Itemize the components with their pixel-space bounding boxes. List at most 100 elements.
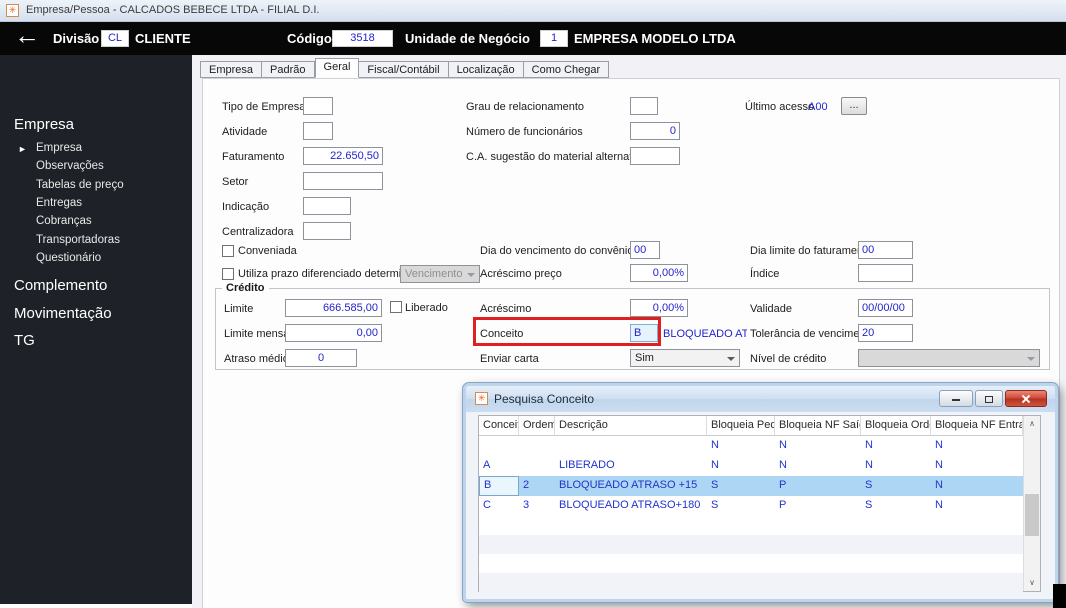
conveniada-label: Conveniada	[238, 245, 297, 257]
sidebar-item-empresa[interactable]: Empresa	[36, 142, 82, 154]
scrollbar-thumb[interactable]	[1025, 494, 1039, 536]
empty-row	[479, 516, 1023, 535]
setor-field[interactable]	[303, 172, 383, 190]
divisao-code-field[interactable]: CL	[101, 30, 129, 47]
acrescimo-preco-field[interactable]: 0,00%	[630, 264, 688, 282]
tab-strip: Empresa Padrão Geral Fiscal/Contábil Loc…	[200, 58, 610, 78]
atividade-field[interactable]	[303, 122, 333, 140]
dia-vencimento-label: Dia do vencimento do convênio	[480, 245, 634, 257]
credito-legend: Crédito	[222, 282, 269, 294]
back-arrow-icon[interactable]: ←	[14, 20, 40, 51]
unidade-code-field[interactable]: 1	[540, 30, 568, 47]
table-row[interactable]: A LIBERADO N N N N	[479, 456, 1023, 476]
column-header-bloqueia-ordem[interactable]: Bloqueia Ordem	[861, 416, 931, 436]
conveniada-checkbox[interactable]	[222, 245, 234, 257]
indicacao-label: Indicação	[222, 201, 270, 213]
cell-conceito	[479, 436, 519, 456]
tipo-empresa-field[interactable]	[303, 97, 333, 115]
scroll-up-icon[interactable]: ∧	[1024, 416, 1040, 432]
utiliza-prazo-select[interactable]: Vencimento	[400, 265, 480, 283]
tab-fiscal-contabil[interactable]: Fiscal/Contábil	[359, 61, 449, 78]
validade-label: Validade	[750, 303, 792, 315]
tab-padrao[interactable]: Padrão	[262, 61, 315, 78]
indice-label: Índice	[750, 268, 780, 280]
chevron-down-icon	[1027, 357, 1035, 361]
centralizadora-field[interactable]	[303, 222, 351, 240]
atividade-label: Atividade	[222, 126, 268, 138]
sidebar-section-movimentacao[interactable]: Movimentação	[14, 305, 112, 322]
codigo-field[interactable]: 3518	[332, 30, 393, 47]
table-row-selected[interactable]: B 2 BLOQUEADO ATRASO +15 S P S N	[479, 476, 1023, 496]
cell-bloqueia-ordem: N	[865, 459, 873, 471]
cell-bloqueia-ordem: S	[865, 479, 873, 491]
liberado-checkbox[interactable]	[390, 301, 402, 313]
selected-item-arrow-icon: ►	[18, 144, 27, 154]
column-header-bloqueia-nf-entrada[interactable]: Bloqueia NF Entrada	[931, 416, 1023, 436]
sidebar-item-transportadoras[interactable]: Transportadoras	[36, 234, 120, 246]
scroll-down-icon[interactable]: ∨	[1024, 575, 1040, 591]
utiliza-prazo-checkbox[interactable]	[222, 268, 234, 280]
ultimo-acesso-value: A00	[808, 101, 828, 113]
funcionarios-label: Número de funcionários	[466, 126, 583, 138]
conceito-field[interactable]: B	[630, 324, 658, 342]
minimize-icon	[952, 399, 960, 401]
enviar-carta-select[interactable]: Sim	[630, 349, 740, 367]
conceito-label: Conceito	[480, 328, 524, 340]
tab-empresa[interactable]: Empresa	[200, 61, 263, 78]
divisao-label: Divisão	[53, 31, 100, 46]
close-button[interactable]	[1005, 390, 1047, 407]
tab-como-chegar[interactable]: Como Chegar	[523, 61, 610, 78]
ultimo-acesso-browse-button[interactable]: ...	[841, 97, 867, 115]
faturamento-label: Faturamento	[222, 151, 285, 163]
tolerancia-field[interactable]: 20	[858, 324, 913, 342]
minimize-button[interactable]	[939, 390, 973, 407]
tab-localizacao[interactable]: Localização	[448, 61, 524, 78]
pesquisa-conceito-window: ✳ Pesquisa Conceito Conceito Ordem Descr…	[463, 383, 1058, 602]
column-header-conceito[interactable]: Conceito	[479, 416, 519, 436]
empty-row	[479, 554, 1023, 573]
centralizadora-label: Centralizadora	[222, 226, 294, 238]
sidebar-item-tabelas-de-preco[interactable]: Tabelas de preço	[36, 179, 124, 191]
limite-mensal-field[interactable]: 0,00	[285, 324, 382, 342]
sidebar-section-complemento[interactable]: Complemento	[14, 277, 107, 294]
cell-descricao: BLOQUEADO ATRASO +15	[559, 479, 698, 491]
dia-vencimento-field[interactable]: 00	[630, 241, 660, 259]
column-header-ordem[interactable]: Ordem	[519, 416, 555, 436]
acrescimo-field[interactable]: 0,00%	[630, 299, 688, 317]
grau-field[interactable]	[630, 97, 658, 115]
indice-field[interactable]	[858, 264, 913, 282]
sidebar-item-questionario[interactable]: Questionário	[36, 252, 101, 264]
dia-limite-field[interactable]: 00	[858, 241, 913, 259]
cell-bloqueia-pedido: N	[711, 439, 719, 451]
vertical-scrollbar[interactable]: ∧ ∨	[1023, 416, 1040, 591]
cell-bloqueia-nf-entrada: N	[935, 499, 943, 511]
nivel-credito-select[interactable]	[858, 349, 1040, 367]
dia-limite-label: Dia limite do faturamento	[750, 245, 873, 257]
faturamento-field[interactable]: 22.650,50	[303, 147, 383, 165]
table-row[interactable]: C 3 BLOQUEADO ATRASO+180 S P S N	[479, 496, 1023, 516]
unidade-name: EMPRESA MODELO LTDA	[574, 31, 736, 46]
funcionarios-field[interactable]: 0	[630, 122, 680, 140]
tab-geral[interactable]: Geral	[314, 58, 360, 78]
ultimo-acesso-label: Último acesso	[745, 101, 815, 113]
column-header-descricao[interactable]: Descrição	[555, 416, 707, 436]
atraso-medio-label: Atraso médio	[224, 353, 289, 365]
popup-titlebar[interactable]: ✳ Pesquisa Conceito	[466, 386, 1055, 412]
cell-ordem: 2	[523, 479, 530, 491]
sidebar-item-cobrancas[interactable]: Cobranças	[36, 215, 92, 227]
window-title: Empresa/Pessoa - CALCADOS BEBECE LTDA - …	[26, 4, 320, 16]
maximize-button[interactable]	[975, 390, 1003, 407]
sidebar-item-entregas[interactable]: Entregas	[36, 197, 82, 209]
column-header-bloqueia-pedido[interactable]: Bloqueia Pedido	[707, 416, 775, 436]
sidebar-item-observacoes[interactable]: Observações	[36, 160, 104, 172]
limite-field[interactable]: 666.585,00	[285, 299, 382, 317]
sidebar-section-tg[interactable]: TG	[14, 332, 35, 349]
cell-conceito-edit[interactable]: B	[479, 476, 519, 496]
indicacao-field[interactable]	[303, 197, 351, 215]
ca-sugestao-field[interactable]	[630, 147, 680, 165]
column-header-bloqueia-nf-saida[interactable]: Bloqueia NF Saída	[775, 416, 861, 436]
table-row[interactable]: N N N N	[479, 436, 1023, 456]
atraso-medio-field[interactable]: 0	[285, 349, 357, 367]
sidebar-section-empresa[interactable]: Empresa	[14, 116, 74, 133]
validade-field[interactable]: 00/00/00	[858, 299, 913, 317]
